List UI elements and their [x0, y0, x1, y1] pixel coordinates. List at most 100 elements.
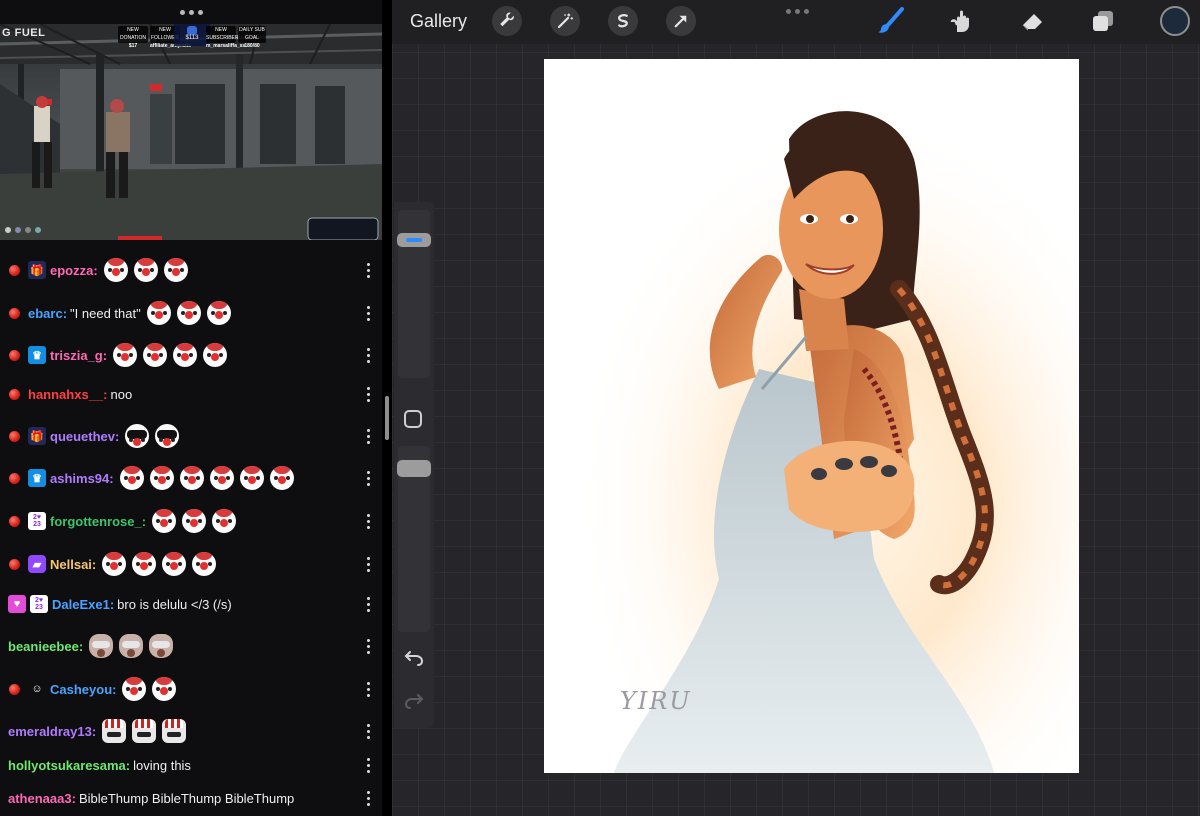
clown-emote-icon[interactable] [146, 301, 171, 325]
chat-username[interactable]: ashims94 [50, 471, 109, 486]
modify-button[interactable] [404, 410, 422, 428]
chat-username[interactable]: emeraldray13 [8, 724, 92, 739]
chat-list[interactable]: 🎁 epozza: ebarc: "I need that" ♛ triszia_g: ha… [0, 240, 382, 816]
chat-username[interactable]: hannahxs__ [28, 387, 103, 402]
year-badge-icon: 2♥ 23 [28, 512, 46, 530]
layers-icon[interactable] [1088, 6, 1118, 36]
smudge-icon[interactable] [946, 6, 976, 36]
clown-emote-icon[interactable] [212, 509, 237, 533]
clown-emote-icon[interactable] [103, 258, 128, 282]
clown-emote-icon[interactable] [143, 343, 168, 367]
rat-emote-icon[interactable] [149, 634, 174, 658]
clown-emote-icon[interactable] [132, 552, 157, 576]
message-options-icon[interactable] [366, 471, 370, 486]
chat-username[interactable]: hollyotsukaresama [8, 758, 126, 773]
clown-emote-icon[interactable] [149, 466, 174, 490]
chat-username[interactable]: epozza [50, 263, 93, 278]
prediction-badge-icon [9, 515, 20, 527]
message-options-icon[interactable] [366, 639, 370, 654]
brush-icon[interactable] [876, 6, 906, 36]
clown-emote-icon[interactable] [152, 677, 177, 701]
transform-icon[interactable] [666, 6, 696, 36]
prediction-badge-icon [9, 683, 20, 695]
clown-emote-icon[interactable] [113, 343, 138, 367]
chat-username[interactable]: beanieebee [8, 639, 79, 654]
clown-emote-icon[interactable] [119, 466, 144, 490]
clown-emote-icon[interactable] [239, 466, 264, 490]
clown-emote-icon[interactable] [176, 301, 201, 325]
clown-emote-icon[interactable] [133, 258, 158, 282]
clown-emote-icon[interactable] [173, 343, 198, 367]
prediction-badge-icon [9, 307, 20, 319]
clown-emote-icon[interactable] [163, 258, 188, 282]
cap-emote-icon[interactable] [132, 719, 157, 743]
eraser-icon[interactable] [1018, 6, 1048, 36]
chat-username[interactable]: athenaaa3 [8, 791, 72, 806]
cap-emote-icon[interactable] [102, 719, 127, 743]
opacity-handle[interactable] [397, 460, 431, 477]
chat-username[interactable]: DaleExe1 [52, 597, 110, 612]
chat-username[interactable]: triszia_g [50, 348, 103, 363]
prediction-badge-icon [9, 264, 20, 276]
message-options-icon[interactable] [366, 387, 370, 402]
chat-username[interactable]: ebarc [28, 306, 63, 321]
rat-emote-icon[interactable] [119, 634, 144, 658]
clown-emote-icon[interactable] [182, 509, 207, 533]
clown-emote-icon[interactable] [206, 301, 231, 325]
message-options-icon[interactable] [366, 514, 370, 529]
brush-size-handle[interactable] [397, 233, 431, 248]
stream-chat-panel: G FUEL NEW DONATION $17 NEW FOLLOWER affil… [0, 0, 382, 816]
clown-emote-icon[interactable] [122, 677, 147, 701]
split-view-divider[interactable] [382, 0, 392, 816]
clown-emote-icon[interactable] [152, 509, 177, 533]
chat-message: ♛ triszia_g: [0, 343, 382, 367]
message-options-icon[interactable] [366, 724, 370, 739]
message-options-icon[interactable] [366, 263, 370, 278]
message-options-icon[interactable] [366, 682, 370, 697]
wrench-icon[interactable] [492, 6, 522, 36]
message-options-icon[interactable] [366, 306, 370, 321]
clown-emote-icon[interactable] [179, 466, 204, 490]
stream-video[interactable]: G FUEL NEW DONATION $17 NEW FOLLOWER affil… [0, 24, 382, 240]
chat-colon: : [125, 757, 131, 773]
message-options-icon[interactable] [366, 429, 370, 444]
prediction-badge-icon [9, 558, 20, 570]
multitask-handle[interactable] [0, 0, 382, 24]
sun-emote-icon[interactable] [155, 424, 180, 448]
message-options-icon[interactable] [366, 348, 370, 363]
undo-icon[interactable] [404, 649, 424, 672]
drawing-canvas[interactable]: YIRU [544, 59, 1079, 773]
split-view-grip[interactable] [385, 396, 389, 440]
sun-emote-icon[interactable] [125, 424, 150, 448]
crown-badge-icon: ♛ [28, 346, 46, 364]
chat-username[interactable]: queuethev [50, 429, 115, 444]
chat-text: BibleThump BibleThump BibleThump [78, 790, 295, 806]
rat-emote-icon[interactable] [89, 634, 114, 658]
chat-colon: : [93, 262, 98, 278]
chat-username[interactable]: forgottenrose_ [50, 514, 142, 529]
redo-icon[interactable] [404, 692, 424, 715]
selection-icon[interactable] [608, 6, 638, 36]
clown-emote-icon[interactable] [203, 343, 228, 367]
chat-username[interactable]: Casheyou [50, 682, 112, 697]
chat-message: ♛ ashims94: [0, 466, 382, 490]
message-options-icon[interactable] [366, 791, 370, 806]
message-options-icon[interactable] [366, 597, 370, 612]
chat-colon: : [102, 347, 108, 363]
magic-wand-icon[interactable] [550, 6, 580, 36]
message-options-icon[interactable] [366, 758, 370, 773]
chat-username[interactable]: Nellsai [50, 557, 92, 572]
clown-emote-icon[interactable] [102, 552, 127, 576]
hud-subscriber: NEW SUBSCRIBER m_marsaliffa_ss [206, 26, 246, 49]
cap-emote-icon[interactable] [162, 719, 187, 743]
clown-emote-icon[interactable] [162, 552, 187, 576]
chat-message: ▰ Nellsai: [0, 552, 382, 576]
clown-emote-icon[interactable] [192, 552, 217, 576]
clown-emote-icon[interactable] [209, 466, 234, 490]
color-picker-button[interactable] [1160, 6, 1190, 36]
gift-badge-icon: 🎁 [28, 427, 46, 445]
clown-emote-icon[interactable] [269, 466, 294, 490]
app-multitask-dots[interactable] [786, 9, 809, 14]
message-options-icon[interactable] [366, 557, 370, 572]
gallery-button[interactable]: Gallery [410, 11, 467, 32]
